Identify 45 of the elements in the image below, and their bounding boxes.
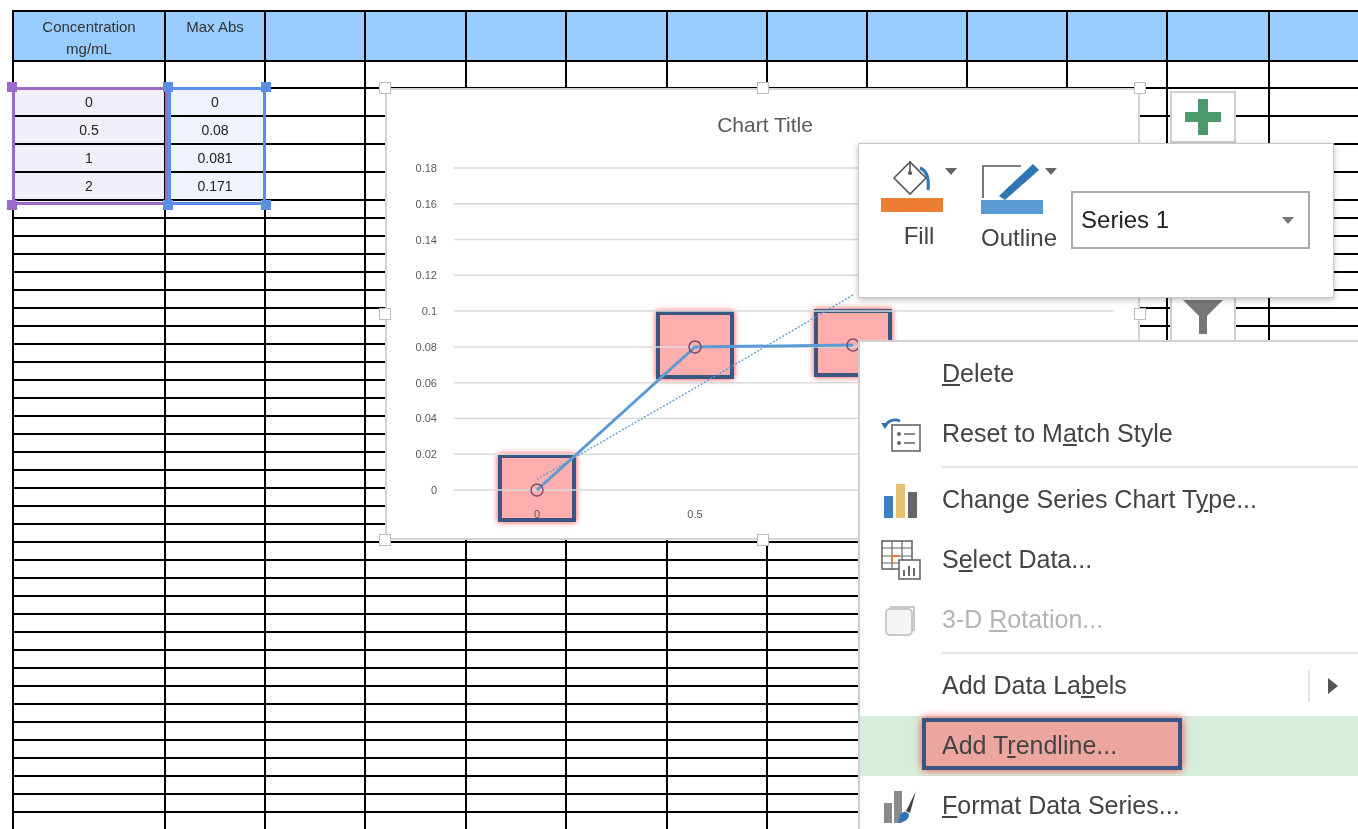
point-marker[interactable] (530, 483, 544, 497)
plus-icon (1185, 99, 1221, 135)
menu-item[interactable]: Add Trendline... (860, 716, 1358, 776)
cube-icon (884, 603, 918, 637)
table-cell: 0.5 (12, 117, 166, 145)
add-element-button[interactable] (1170, 91, 1236, 143)
axis-tick-label: 0.04 (415, 412, 437, 425)
table-cell: 2 (12, 173, 166, 201)
filter-icon (1183, 300, 1223, 334)
axis-tick-label: 0.14 (415, 233, 437, 246)
resize-handle[interactable] (379, 308, 391, 320)
series-name: Series 1 (1081, 205, 1170, 235)
axis-tick-label: 0.18 (415, 162, 437, 174)
axis-tick-label: 0 (430, 484, 437, 496)
axis-tick-label: 0.06 (415, 376, 437, 389)
axis-tick-label: 0.08 (415, 340, 437, 353)
data-line[interactable] (536, 343, 853, 492)
caret-icon (1282, 216, 1295, 224)
table-cell: 1 (12, 145, 166, 173)
axis-tick-label: 0.1 (421, 305, 437, 318)
caret-icon (1045, 168, 1057, 176)
fill-button[interactable]: Fill (881, 160, 957, 248)
resize-handle[interactable] (1134, 308, 1146, 320)
series-dropdown[interactable]: Series 1 (1071, 191, 1311, 249)
resize-handle[interactable] (379, 82, 391, 94)
header-cell: Concentration mg/mL (12, 10, 166, 62)
axis-tick-label: 0.02 (415, 448, 437, 461)
axis-tick-label: 0 (533, 508, 541, 520)
selection-range[interactable] (163, 82, 271, 210)
trendline[interactable] (536, 294, 854, 480)
table-cell: 0 (12, 89, 166, 117)
table-chart-icon (881, 540, 921, 580)
resize-handle[interactable] (1134, 82, 1146, 94)
axis-tick-label: 0.12 (415, 269, 437, 282)
submenu-arrow-icon (1328, 678, 1338, 694)
axis-tick-label: 0.5 (687, 508, 703, 520)
resize-handle[interactable] (756, 82, 769, 94)
axis-tick-label: 0.16 (415, 197, 437, 210)
chart-title[interactable]: Chart Title (717, 113, 813, 136)
header-cell: Max Abs (166, 10, 266, 62)
point-marker[interactable] (688, 340, 702, 354)
resize-handle[interactable] (379, 534, 391, 546)
bar-chart-icon (883, 482, 919, 518)
caret-icon (945, 168, 957, 176)
outline-button[interactable]: Outline (981, 160, 1058, 250)
